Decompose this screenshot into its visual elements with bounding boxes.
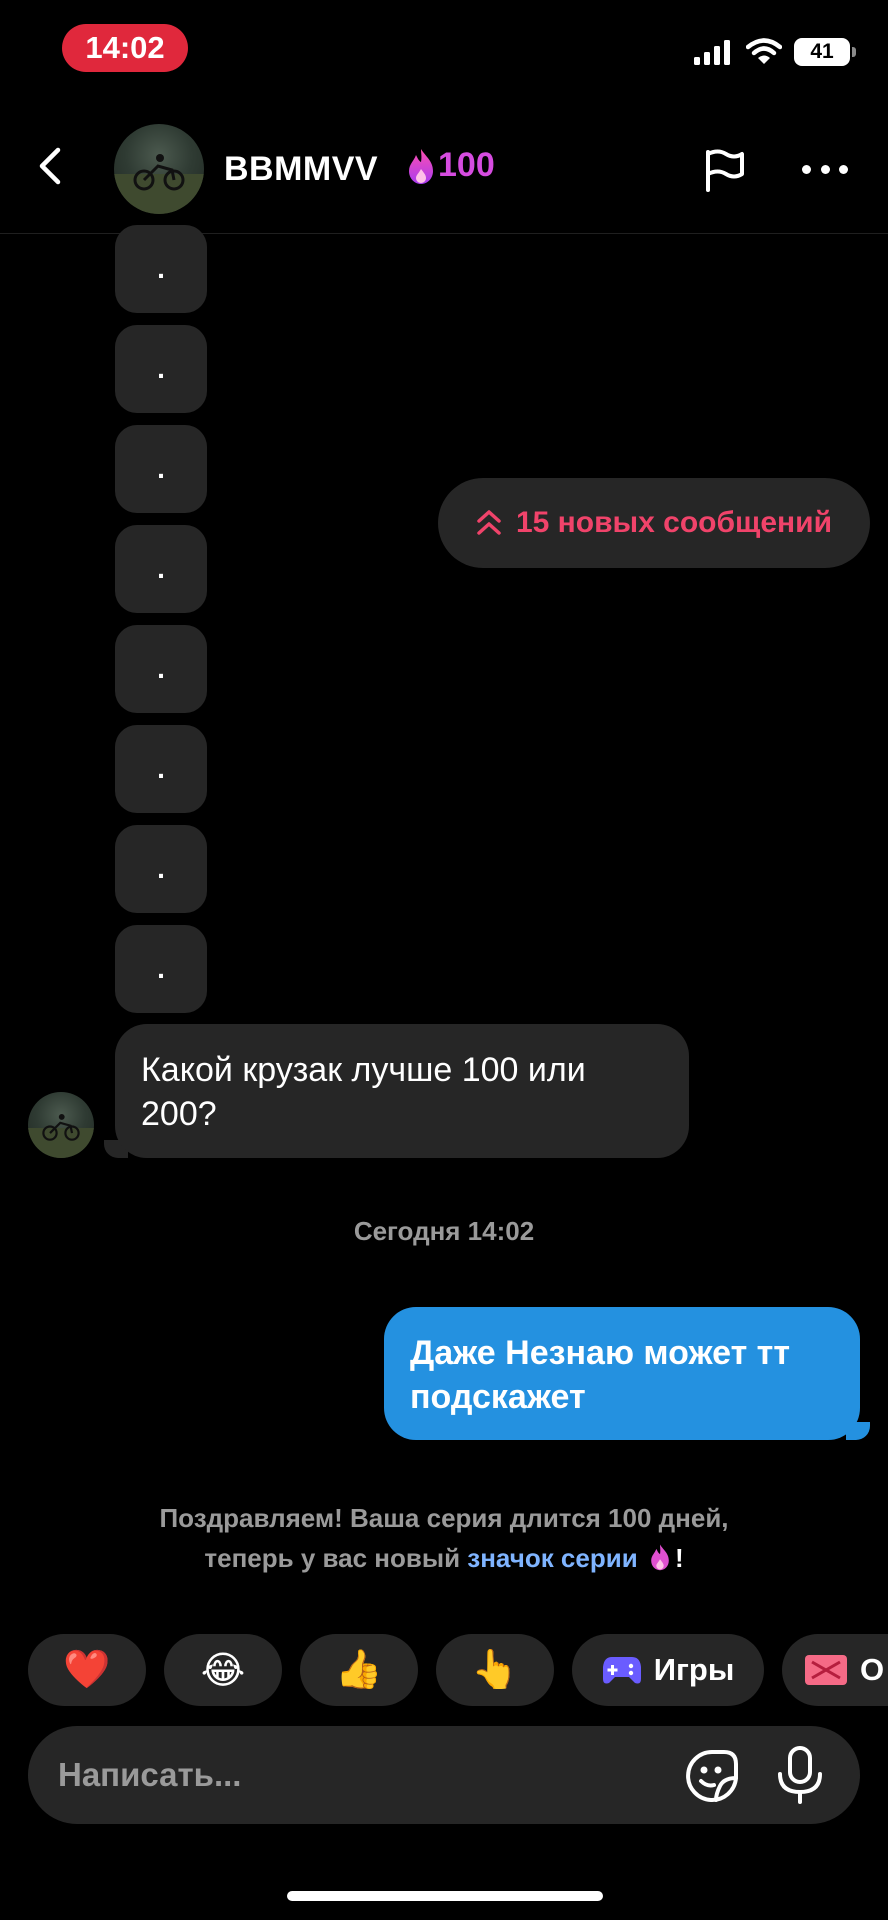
status-time: 14:02	[62, 24, 188, 72]
sender-avatar[interactable]	[28, 1092, 94, 1158]
gift-label: О	[860, 1652, 885, 1687]
system-note-suffix: !	[674, 1543, 684, 1573]
streak-system-note: Поздравляем! Ваша серия длится 100 дней,…	[0, 1498, 888, 1578]
new-messages-label: 15 новых сообщений	[515, 506, 833, 539]
date-separator: Сегодня 14:02	[353, 1216, 535, 1246]
message-bubble[interactable]: .	[115, 425, 207, 513]
reaction-heart[interactable]: ❤️	[28, 1634, 146, 1706]
flag-icon[interactable]	[700, 146, 748, 194]
double-chevron-up-icon	[477, 510, 501, 535]
streak-badge: 100	[406, 146, 495, 185]
message-composer	[28, 1726, 860, 1824]
sticker-icon[interactable]	[684, 1748, 740, 1804]
new-messages-button[interactable]: 15 новых сообщений	[438, 478, 870, 568]
gift-icon	[805, 1655, 847, 1685]
reaction-thumbs-up[interactable]: 👍	[300, 1634, 418, 1706]
motorcycle-icon	[133, 154, 185, 191]
message-input[interactable]	[58, 1750, 658, 1800]
message-bubble[interactable]: .	[115, 725, 207, 813]
gamepad-icon	[602, 1657, 641, 1684]
system-note-prefix: теперь у вас новый	[204, 1543, 468, 1573]
status-icons: 41	[694, 38, 856, 66]
streak-count: 100	[438, 146, 495, 184]
fire-icon	[409, 148, 433, 184]
system-note-line1: Поздравляем! Ваша серия длится 100 дней,	[159, 1503, 729, 1533]
streak-badge-link[interactable]: значок серии	[467, 1543, 637, 1573]
message-bubble[interactable]: .	[115, 625, 207, 713]
back-icon[interactable]	[30, 144, 74, 188]
reaction-laugh[interactable]: 😂	[164, 1634, 282, 1706]
avatar[interactable]	[114, 124, 204, 214]
battery-icon: 41	[794, 38, 856, 66]
microphone-icon[interactable]	[774, 1746, 826, 1804]
wifi-icon	[746, 38, 782, 64]
message-bubble[interactable]: .	[115, 925, 207, 1013]
message-bubble[interactable]: .	[115, 525, 207, 613]
chat-username[interactable]: BBMMVV	[224, 150, 378, 189]
motorcycle-icon	[42, 1114, 80, 1141]
home-indicator[interactable]	[287, 1891, 603, 1901]
fire-icon	[651, 1544, 669, 1571]
system-note-line2: теперь у вас новый значок серии !	[0, 1538, 888, 1578]
chat-screen: 14:02 41 BBMMVV 100 . . . . . . . . 15 н…	[0, 0, 888, 1920]
gift-button[interactable]: О	[782, 1634, 888, 1706]
games-button[interactable]: Игры	[572, 1634, 764, 1706]
message-bubble[interactable]: .	[115, 325, 207, 413]
outgoing-message[interactable]: Даже Незнаю может тт подскажет	[384, 1307, 860, 1440]
message-bubble[interactable]: .	[115, 825, 207, 913]
games-label: Игры	[653, 1652, 735, 1687]
reaction-point-up[interactable]: 👆	[436, 1634, 554, 1706]
more-icon[interactable]	[802, 162, 848, 176]
cellular-signal-icon	[694, 40, 730, 65]
incoming-message[interactable]: Какой крузак лучше 100 или 200?	[115, 1024, 689, 1158]
quick-reactions: ❤️ 😂 👍 👆 Игры О	[28, 1634, 888, 1706]
chat-header: BBMMVV 100	[0, 100, 888, 234]
message-bubble[interactable]: .	[115, 225, 207, 313]
